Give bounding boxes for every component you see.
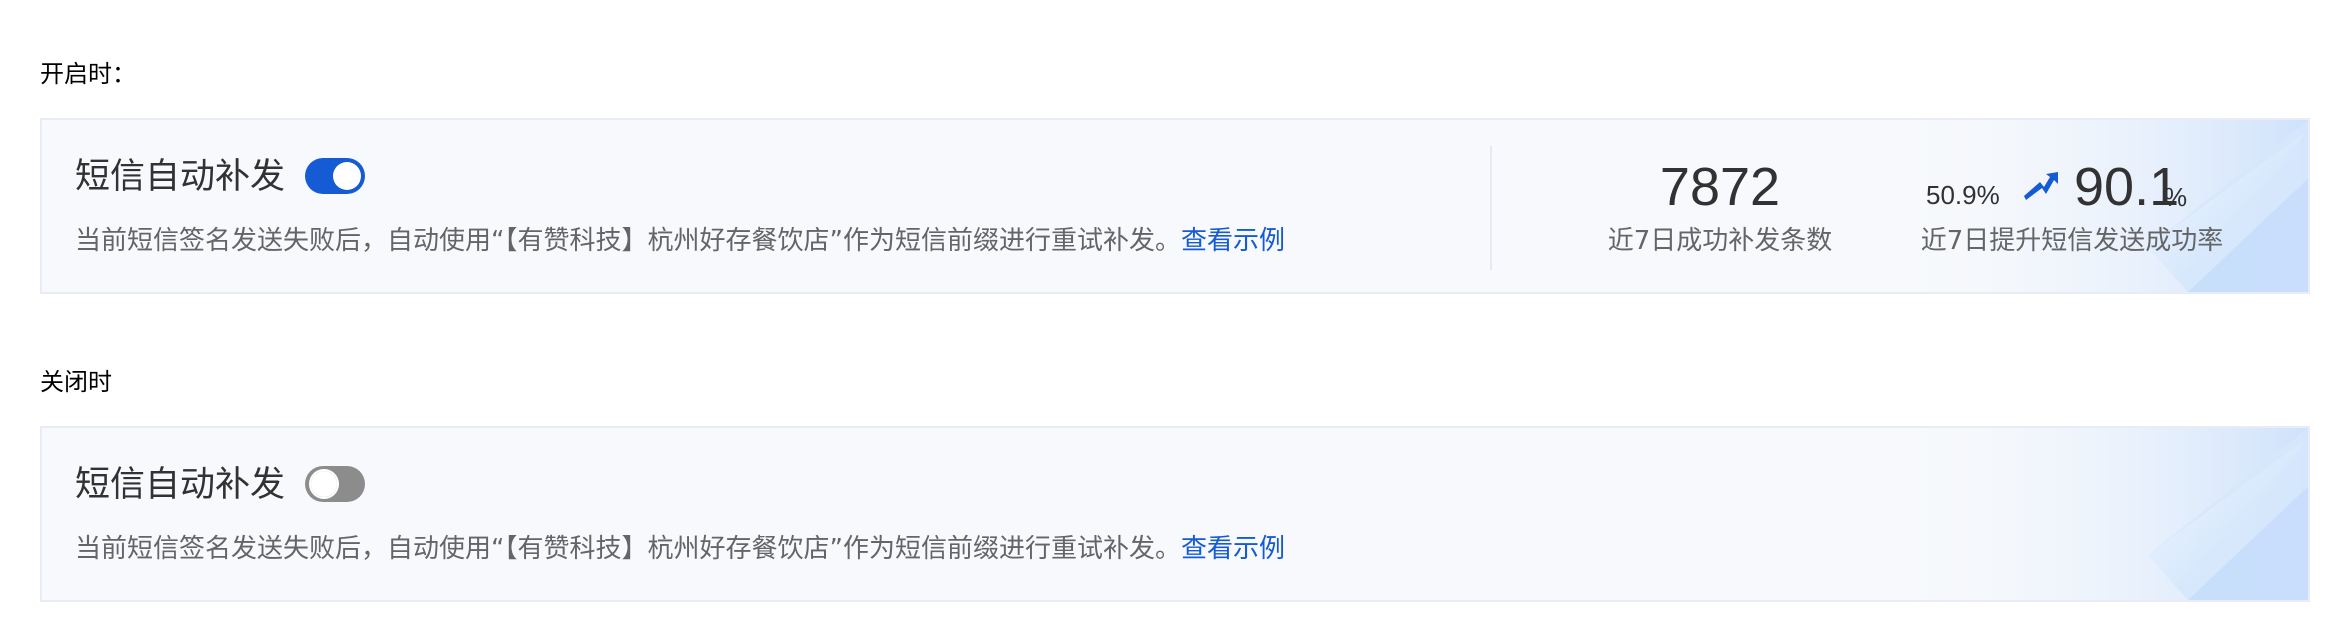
card-title: 短信自动补发 xyxy=(75,465,286,505)
card-decoration xyxy=(1888,428,2308,600)
sms-resend-card-on: 短信自动补发 当前短信签名发送失败后，自动使用“【有赞科技】杭州好存餐饮店”作为… xyxy=(40,118,2310,294)
view-example-link[interactable]: 查看示例 xyxy=(1181,534,1285,564)
rate-before-value: 50.9% xyxy=(1926,180,2000,210)
trend-up-arrow-icon xyxy=(2024,172,2058,200)
section-label-on: 开启时： xyxy=(40,60,136,88)
auto-resend-toggle[interactable] xyxy=(305,158,365,194)
view-example-link[interactable]: 查看示例 xyxy=(1181,226,1285,256)
card-description: 当前短信签名发送失败后，自动使用“【有赞科技】杭州好存餐饮店”作为短信前缀进行重… xyxy=(75,228,1285,254)
card-description: 当前短信签名发送失败后，自动使用“【有赞科技】杭州好存餐饮店”作为短信前缀进行重… xyxy=(75,536,1285,562)
stats-divider xyxy=(1490,146,1492,270)
section-label-off: 关闭时 xyxy=(40,368,112,396)
description-text: 当前短信签名发送失败后，自动使用“【有赞科技】杭州好存餐饮店”作为短信前缀进行重… xyxy=(75,534,1181,564)
rate-after-unit: % xyxy=(2164,182,2188,212)
resend-count-stat: 7872 xyxy=(1590,160,1850,214)
rate-label-wrap: 近7日提升短信发送成功率 xyxy=(1912,228,2232,254)
rate-label: 近7日提升短信发送成功率 xyxy=(1920,226,2224,256)
toggle-knob xyxy=(333,162,361,190)
resend-count-label-wrap: 近7日成功补发条数 xyxy=(1590,228,1850,254)
resend-count-label: 近7日成功补发条数 xyxy=(1607,226,1833,256)
toggle-knob xyxy=(309,469,339,499)
description-text: 当前短信签名发送失败后，自动使用“【有赞科技】杭州好存餐饮店”作为短信前缀进行重… xyxy=(75,226,1181,256)
resend-count-value: 7872 xyxy=(1659,157,1781,217)
sms-resend-card-off: 短信自动补发 当前短信签名发送失败后，自动使用“【有赞科技】杭州好存餐饮店”作为… xyxy=(40,426,2310,602)
card-title: 短信自动补发 xyxy=(75,157,286,197)
auto-resend-toggle[interactable] xyxy=(305,466,365,502)
